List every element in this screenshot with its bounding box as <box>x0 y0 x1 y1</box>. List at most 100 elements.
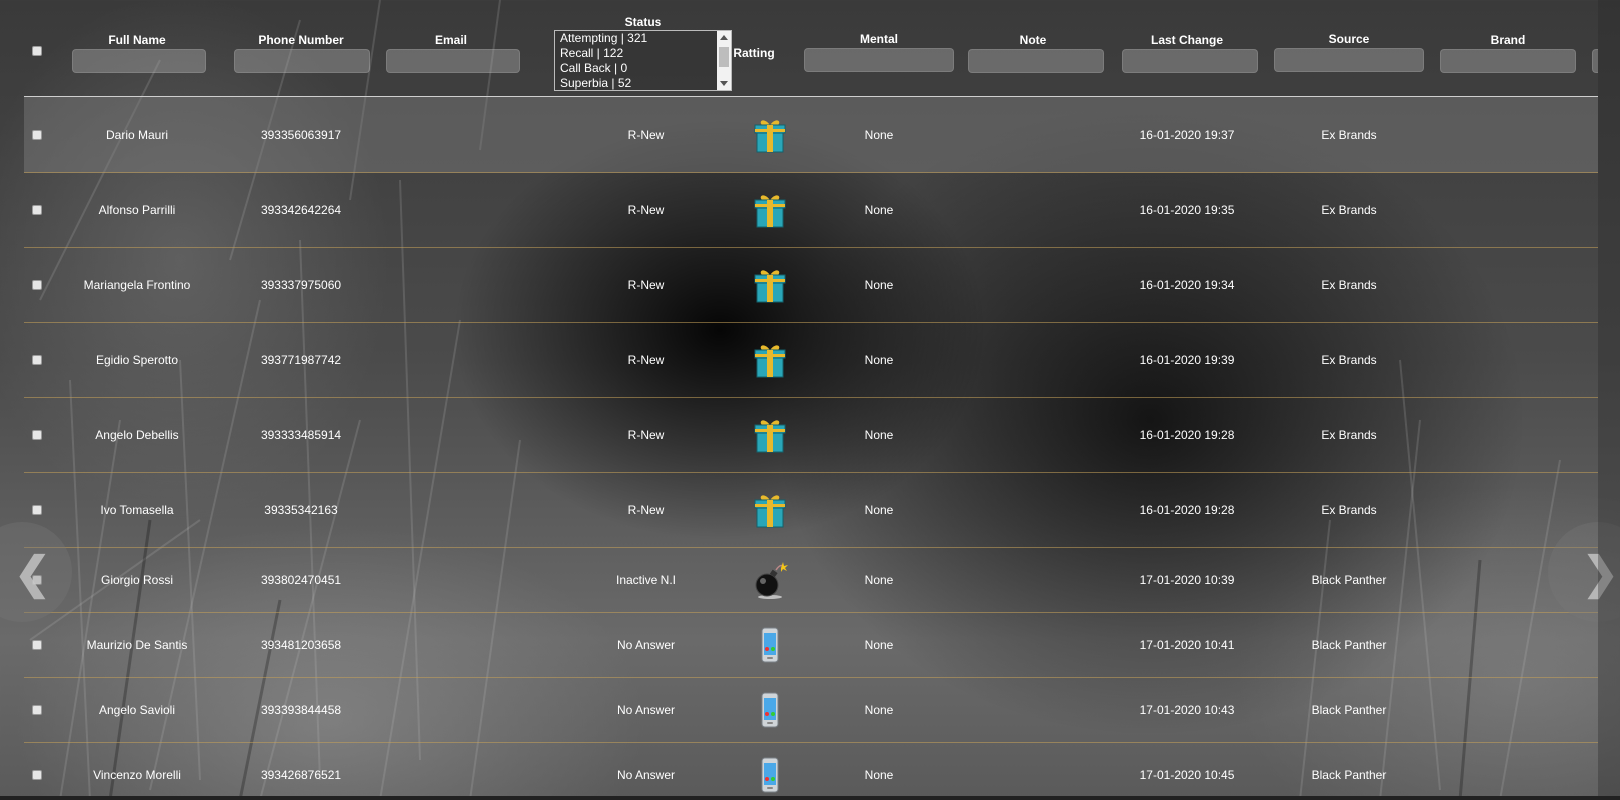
cell-mental: None <box>864 638 894 652</box>
cell-status: R-New <box>627 428 665 442</box>
status-option[interactable]: Call Back | 0 <box>555 61 731 76</box>
column-header-note[interactable]: Note <box>966 33 1100 47</box>
row-select-checkbox[interactable] <box>32 205 42 215</box>
table-row[interactable]: Maurizio De Santis 393481203658 No Answer N… <box>24 612 1598 678</box>
cell-full-name: Angelo Savioli <box>98 703 176 717</box>
row-select-checkbox[interactable] <box>32 355 42 365</box>
cell-last-change: 17-01-2020 10:45 <box>1139 768 1235 782</box>
phone-icon <box>750 690 790 730</box>
gift-icon <box>750 340 790 380</box>
last-change-filter-input[interactable] <box>1122 49 1258 73</box>
cell-phone-number: 393802470451 <box>260 573 342 587</box>
table-row[interactable]: Egidio Sperotto 393771987742 R-New None 16-0… <box>24 322 1598 398</box>
table-row[interactable]: Ivo Tomasella 39335342163 R-New None 16-01-2… <box>24 472 1598 548</box>
cell-status: R-New <box>627 278 665 292</box>
status-option[interactable]: Attempting | 321 <box>555 31 731 46</box>
table-row[interactable]: Dario Mauri 393356063917 R-New None 16-01-20… <box>24 97 1598 173</box>
gift-icon <box>750 265 790 305</box>
row-select-checkbox[interactable] <box>32 430 42 440</box>
cell-full-name: Dario Mauri <box>105 128 168 142</box>
row-select-checkbox[interactable] <box>32 640 42 650</box>
column-header-phone-number[interactable]: Phone Number <box>234 33 368 47</box>
row-select-checkbox[interactable] <box>32 280 42 290</box>
row-select-checkbox[interactable] <box>32 770 42 780</box>
cell-phone-number: 393393844458 <box>260 703 342 717</box>
gift-icon <box>750 190 790 230</box>
status-option[interactable]: Superbia | 52 <box>555 76 731 90</box>
select-all-checkbox[interactable] <box>32 46 42 56</box>
cell-mental: None <box>864 203 894 217</box>
column-header-brand[interactable]: Brand <box>1440 33 1576 47</box>
leads-table: Full Name Phone Number Email Status Atte… <box>24 0 1598 800</box>
table-row[interactable]: Angelo Debellis 393333485914 R-New None 16-0… <box>24 397 1598 473</box>
cell-mental: None <box>864 503 894 517</box>
full-name-filter-input[interactable] <box>72 49 206 73</box>
column-header-full-name[interactable]: Full Name <box>70 33 204 47</box>
source-filter-input[interactable] <box>1274 48 1424 72</box>
table-row[interactable]: Vincenzo Morelli 393426876521 No Answer Non… <box>24 742 1598 800</box>
cell-status: No Answer <box>616 768 676 782</box>
cell-last-change: 17-01-2020 10:39 <box>1139 573 1235 587</box>
cell-phone-number: 393771987742 <box>260 353 342 367</box>
cell-mental: None <box>864 768 894 782</box>
cell-status: R-New <box>627 503 665 517</box>
cell-mental: None <box>864 573 894 587</box>
table-header: Full Name Phone Number Email Status Atte… <box>24 0 1598 97</box>
column-header-mental[interactable]: Mental <box>804 32 954 46</box>
chevron-left-icon: ❮ <box>14 549 51 598</box>
column-header-last-change[interactable]: Last Change <box>1120 33 1254 47</box>
status-listbox-scrollbar[interactable] <box>717 31 731 90</box>
cell-source: Ex Brands <box>1321 128 1377 142</box>
phone-number-filter-input[interactable] <box>234 49 370 73</box>
status-filter-listbox[interactable]: Attempting | 321 Recall | 122 Call Back … <box>554 30 732 91</box>
email-filter-input[interactable] <box>386 49 520 73</box>
gift-icon <box>750 415 790 455</box>
cell-phone-number: 393337975060 <box>260 278 342 292</box>
phone-icon <box>750 755 790 795</box>
cell-last-change: 16-01-2020 19:35 <box>1139 203 1235 217</box>
cell-status: R-New <box>627 353 665 367</box>
cell-source: Ex Brands <box>1321 278 1377 292</box>
cell-full-name: Angelo Debellis <box>95 428 179 442</box>
cell-phone-number: 393481203658 <box>260 638 342 652</box>
row-select-checkbox[interactable] <box>32 130 42 140</box>
cell-full-name: Vincenzo Morelli <box>93 768 181 782</box>
cell-phone-number: 393356063917 <box>260 128 342 142</box>
mental-filter-input[interactable] <box>804 48 954 72</box>
cell-last-change: 17-01-2020 10:41 <box>1139 638 1235 652</box>
cell-last-change: 16-01-2020 19:28 <box>1139 428 1235 442</box>
cell-mental: None <box>864 703 894 717</box>
cell-full-name: Alfonso Parrilli <box>98 203 176 217</box>
scroll-down-arrow-icon[interactable] <box>720 81 728 86</box>
column-header-email[interactable]: Email <box>384 33 518 47</box>
cell-source: Ex Brands <box>1321 428 1377 442</box>
column-header-rating[interactable]: Ratting <box>724 46 784 60</box>
cell-mental: None <box>864 278 894 292</box>
cell-source: Ex Brands <box>1321 353 1377 367</box>
cell-full-name: Giorgio Rossi <box>100 573 174 587</box>
table-row[interactable]: Giorgio Rossi 393802470451 Inactive N.I Non… <box>24 547 1598 613</box>
cell-last-change: 16-01-2020 19:37 <box>1139 128 1235 142</box>
cell-full-name: Ivo Tomasella <box>100 503 174 517</box>
cell-status: No Answer <box>616 638 676 652</box>
cell-phone-number: 393333485914 <box>260 428 342 442</box>
column-header-status[interactable]: Status <box>580 15 706 29</box>
row-select-checkbox[interactable] <box>32 505 42 515</box>
cell-last-change: 16-01-2020 19:39 <box>1139 353 1235 367</box>
column-header-source[interactable]: Source <box>1274 32 1424 46</box>
brand-filter-input[interactable] <box>1440 49 1576 73</box>
table-row[interactable]: Angelo Savioli 393393844458 No Answer None 1… <box>24 677 1598 743</box>
table-row[interactable]: Mariangela Frontino 393337975060 R-New None… <box>24 247 1598 323</box>
cell-last-change: 17-01-2020 10:43 <box>1139 703 1235 717</box>
cell-status: R-New <box>627 203 665 217</box>
cell-source: Ex Brands <box>1321 503 1377 517</box>
scroll-up-arrow-icon[interactable] <box>720 35 728 40</box>
right-edge-scroll-area <box>1598 0 1620 800</box>
phone-icon <box>750 625 790 665</box>
cell-phone-number: 393426876521 <box>260 768 342 782</box>
status-option[interactable]: Recall | 122 <box>555 46 731 61</box>
row-select-checkbox[interactable] <box>32 705 42 715</box>
note-filter-input[interactable] <box>968 49 1104 73</box>
cell-source: Black Panther <box>1311 573 1387 587</box>
table-row[interactable]: Alfonso Parrilli 393342642264 R-New None 16-… <box>24 172 1598 248</box>
